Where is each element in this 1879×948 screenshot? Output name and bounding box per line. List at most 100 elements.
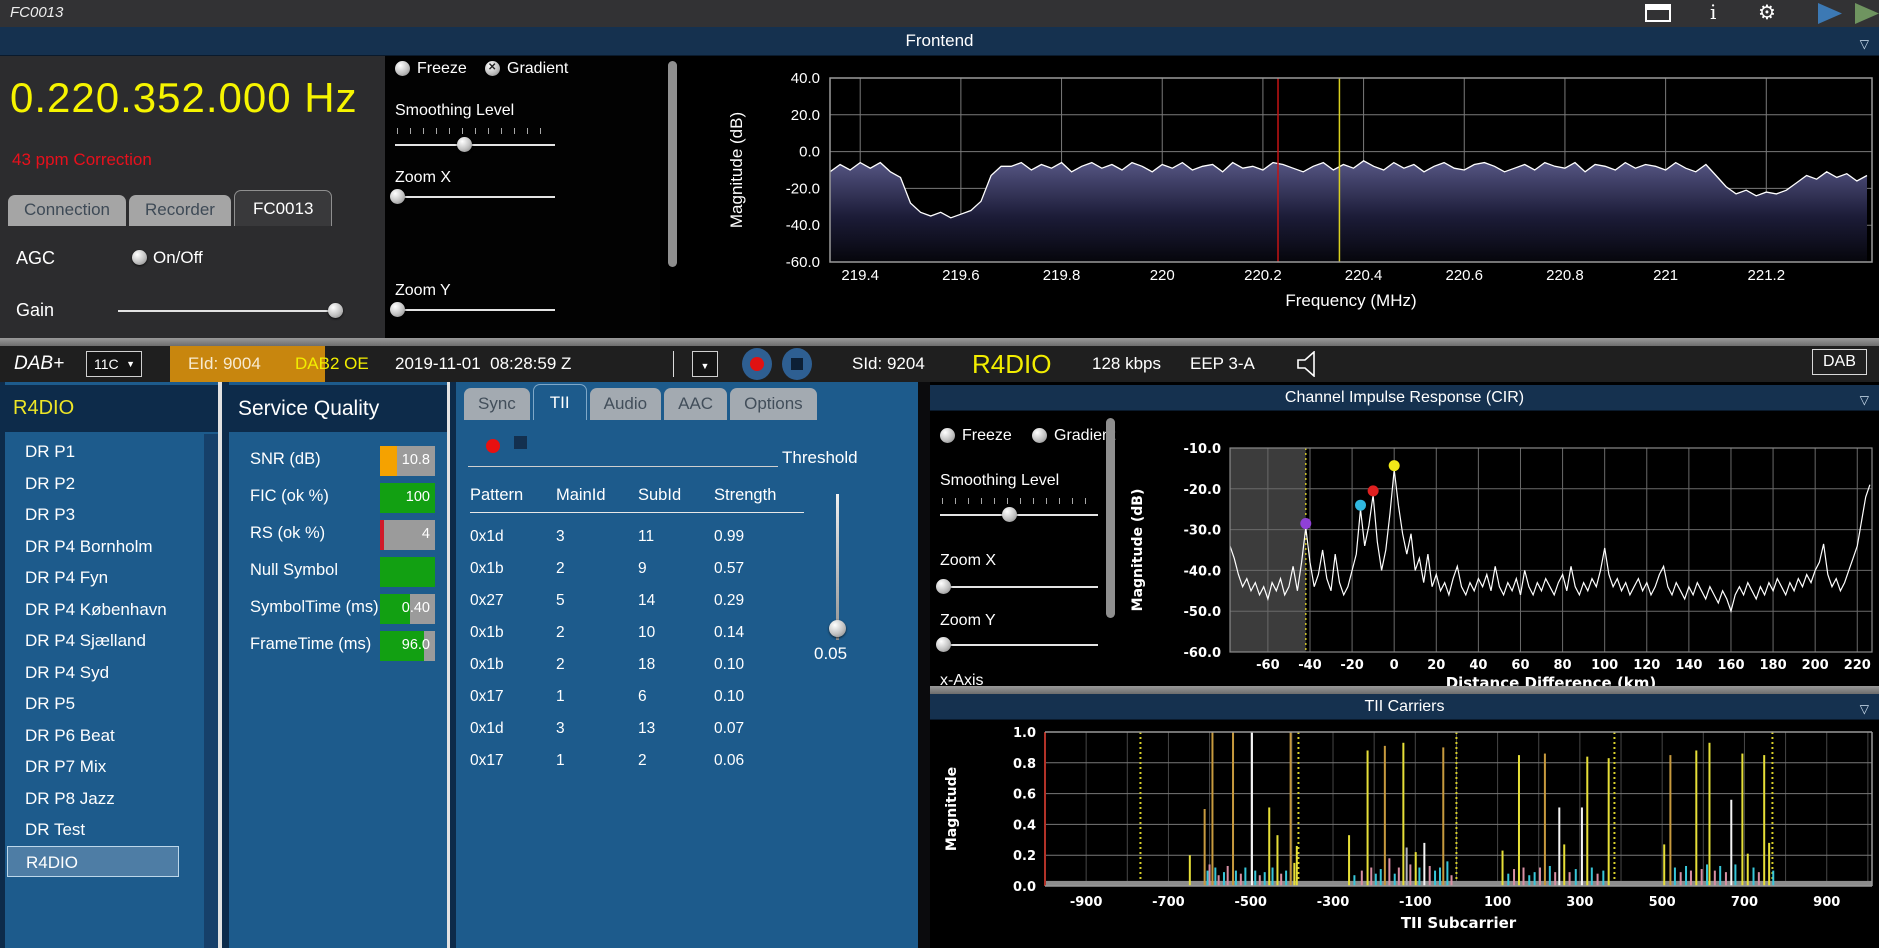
zoomx-slider[interactable] bbox=[395, 196, 555, 198]
freeze-label: Freeze bbox=[417, 60, 467, 78]
protection-level: EEP 3-A bbox=[1190, 346, 1255, 382]
station-item[interactable]: DR P1 bbox=[5, 436, 209, 468]
tab-recorder[interactable]: Recorder bbox=[129, 195, 231, 226]
ensemble-id: EId: 9004 bbox=[188, 346, 261, 382]
stop-button[interactable] bbox=[782, 348, 812, 380]
cir-smoothing-slider[interactable] bbox=[940, 514, 1098, 516]
horizontal-divider bbox=[930, 686, 1879, 694]
agc-label: AGC bbox=[16, 248, 55, 269]
tab-aac[interactable]: AAC bbox=[664, 388, 727, 420]
gain-slider-handle[interactable] bbox=[328, 303, 343, 318]
threshold-slider[interactable] bbox=[836, 494, 839, 640]
quality-bar: 4 bbox=[380, 520, 435, 550]
svg-text:-60.0: -60.0 bbox=[786, 254, 820, 271]
station-item[interactable]: DR P7 Mix bbox=[5, 751, 209, 783]
svg-text:Magnitude: Magnitude bbox=[944, 767, 960, 851]
spectrum-controls: Freeze Gradient Smoothing Level Zoom X Z… bbox=[385, 56, 660, 338]
zoomx-slider-handle[interactable] bbox=[390, 189, 405, 204]
tab-options[interactable]: Options bbox=[730, 388, 817, 420]
datetime: 2019-11-01 08:28:59 Z bbox=[395, 346, 571, 382]
app-window: FC0013 i ⚙ Frontend ▽ 0.220.352.000 Hz 4… bbox=[0, 0, 1879, 948]
ppm-correction: 43 ppm Correction bbox=[12, 150, 152, 170]
station-item[interactable]: DR P4 København bbox=[5, 594, 209, 626]
tii-carriers-header: TII Carriers ▽ bbox=[930, 694, 1879, 720]
svg-text:900: 900 bbox=[1813, 895, 1840, 910]
station-item[interactable]: R4DIO bbox=[7, 846, 179, 878]
zoomy-slider[interactable] bbox=[395, 309, 555, 311]
gain-slider[interactable] bbox=[118, 310, 343, 312]
svg-text:221.2: 221.2 bbox=[1748, 267, 1786, 284]
tab-connection[interactable]: Connection bbox=[8, 195, 126, 226]
svg-text:0.2: 0.2 bbox=[1013, 849, 1036, 864]
svg-text:20: 20 bbox=[1427, 658, 1445, 673]
svg-text:-50.0: -50.0 bbox=[1184, 605, 1221, 620]
quality-value: 10.8 bbox=[402, 452, 430, 468]
svg-text:0.8: 0.8 bbox=[1013, 757, 1036, 772]
play-green-icon[interactable] bbox=[1854, 3, 1879, 24]
svg-text:220.8: 220.8 bbox=[1546, 267, 1584, 284]
cir-smoothing-handle[interactable] bbox=[1002, 507, 1017, 522]
expert-view-icon[interactable] bbox=[1645, 4, 1671, 22]
gradient-label: Gradient bbox=[507, 60, 568, 78]
speaker-icon[interactable] bbox=[1296, 351, 1324, 377]
tab-audio[interactable]: Audio bbox=[590, 388, 661, 420]
cir-freeze-radio[interactable] bbox=[940, 428, 955, 443]
quality-row: SymbolTime (ms)0.40 bbox=[222, 592, 447, 629]
threshold-slider-handle[interactable] bbox=[829, 620, 846, 637]
station-item[interactable]: DR P4 Fyn bbox=[5, 562, 209, 594]
cir-smoothing-ticks bbox=[942, 498, 1094, 504]
station-item[interactable]: DR P8 Jazz bbox=[5, 783, 209, 815]
tii-carriers-collapse-icon[interactable]: ▽ bbox=[1860, 697, 1869, 722]
tii-col-header: Strength bbox=[714, 486, 802, 505]
gradient-checkbox[interactable] bbox=[485, 61, 500, 76]
station-item[interactable]: DR P4 Bornholm bbox=[5, 531, 209, 563]
svg-text:-500: -500 bbox=[1234, 895, 1267, 910]
settings-gear-icon[interactable]: ⚙ bbox=[1758, 0, 1776, 25]
frontend-tabs: ConnectionRecorderFC0013 bbox=[8, 190, 335, 224]
channel-value: 11C bbox=[87, 356, 119, 372]
tii-stop-button[interactable] bbox=[514, 436, 527, 449]
station-item[interactable]: DR P6 Beat bbox=[5, 720, 209, 752]
svg-text:100: 100 bbox=[1484, 895, 1511, 910]
svg-text:100: 100 bbox=[1591, 658, 1618, 673]
svg-text:-20.0: -20.0 bbox=[786, 180, 820, 197]
tab-sync[interactable]: Sync bbox=[464, 388, 530, 420]
smoothing-slider-handle[interactable] bbox=[457, 137, 472, 152]
cir-collapse-icon[interactable]: ▽ bbox=[1860, 388, 1869, 413]
smoothing-slider[interactable] bbox=[395, 144, 555, 146]
station-item[interactable]: DR P2 bbox=[5, 468, 209, 500]
quality-row: RS (ok %)4 bbox=[222, 518, 447, 555]
play-blue-icon[interactable] bbox=[1817, 3, 1843, 24]
zoomy-slider-handle[interactable] bbox=[390, 302, 405, 317]
svg-text:-300: -300 bbox=[1317, 895, 1350, 910]
cir-gradient-radio[interactable] bbox=[1032, 428, 1047, 443]
tab-tii[interactable]: TII bbox=[533, 384, 587, 420]
tab-fc0013[interactable]: FC0013 bbox=[234, 190, 332, 226]
record-button[interactable] bbox=[742, 348, 772, 380]
channel-select[interactable]: 11C ▼ bbox=[86, 351, 142, 377]
cir-zoomy-handle[interactable] bbox=[936, 637, 951, 652]
smoothing-label: Smoothing Level bbox=[395, 102, 514, 120]
info-icon[interactable]: i bbox=[1710, 0, 1716, 24]
freeze-radio[interactable] bbox=[395, 61, 410, 76]
cir-controls-scrollbar[interactable] bbox=[1106, 418, 1115, 618]
svg-text:-60.0: -60.0 bbox=[1184, 646, 1221, 661]
cir-zoomy-slider[interactable] bbox=[940, 644, 1098, 646]
spectrum-controls-scrollbar[interactable] bbox=[668, 61, 677, 267]
station-item[interactable]: DR Test bbox=[5, 814, 209, 846]
agc-radio[interactable] bbox=[132, 250, 147, 265]
svg-text:-40.0: -40.0 bbox=[786, 217, 820, 234]
cir-zoomx-slider[interactable] bbox=[940, 586, 1098, 588]
record-menu-button[interactable]: ▼ bbox=[692, 351, 718, 377]
tii-col-header: MainId bbox=[556, 486, 638, 505]
tii-table: PatternMainIdSubIdStrength 0x1d3110.990x… bbox=[470, 486, 804, 777]
station-item[interactable]: DR P3 bbox=[5, 499, 209, 531]
svg-text:80: 80 bbox=[1554, 658, 1572, 673]
svg-text:220.2: 220.2 bbox=[1244, 267, 1282, 284]
station-item[interactable]: DR P4 Sjælland bbox=[5, 625, 209, 657]
station-item[interactable]: DR P4 Syd bbox=[5, 657, 209, 689]
station-item[interactable]: DR P5 bbox=[5, 688, 209, 720]
cir-zoomx-handle[interactable] bbox=[936, 579, 951, 594]
tii-record-button[interactable] bbox=[486, 439, 500, 453]
frontend-collapse-icon[interactable]: ▽ bbox=[1860, 30, 1869, 58]
